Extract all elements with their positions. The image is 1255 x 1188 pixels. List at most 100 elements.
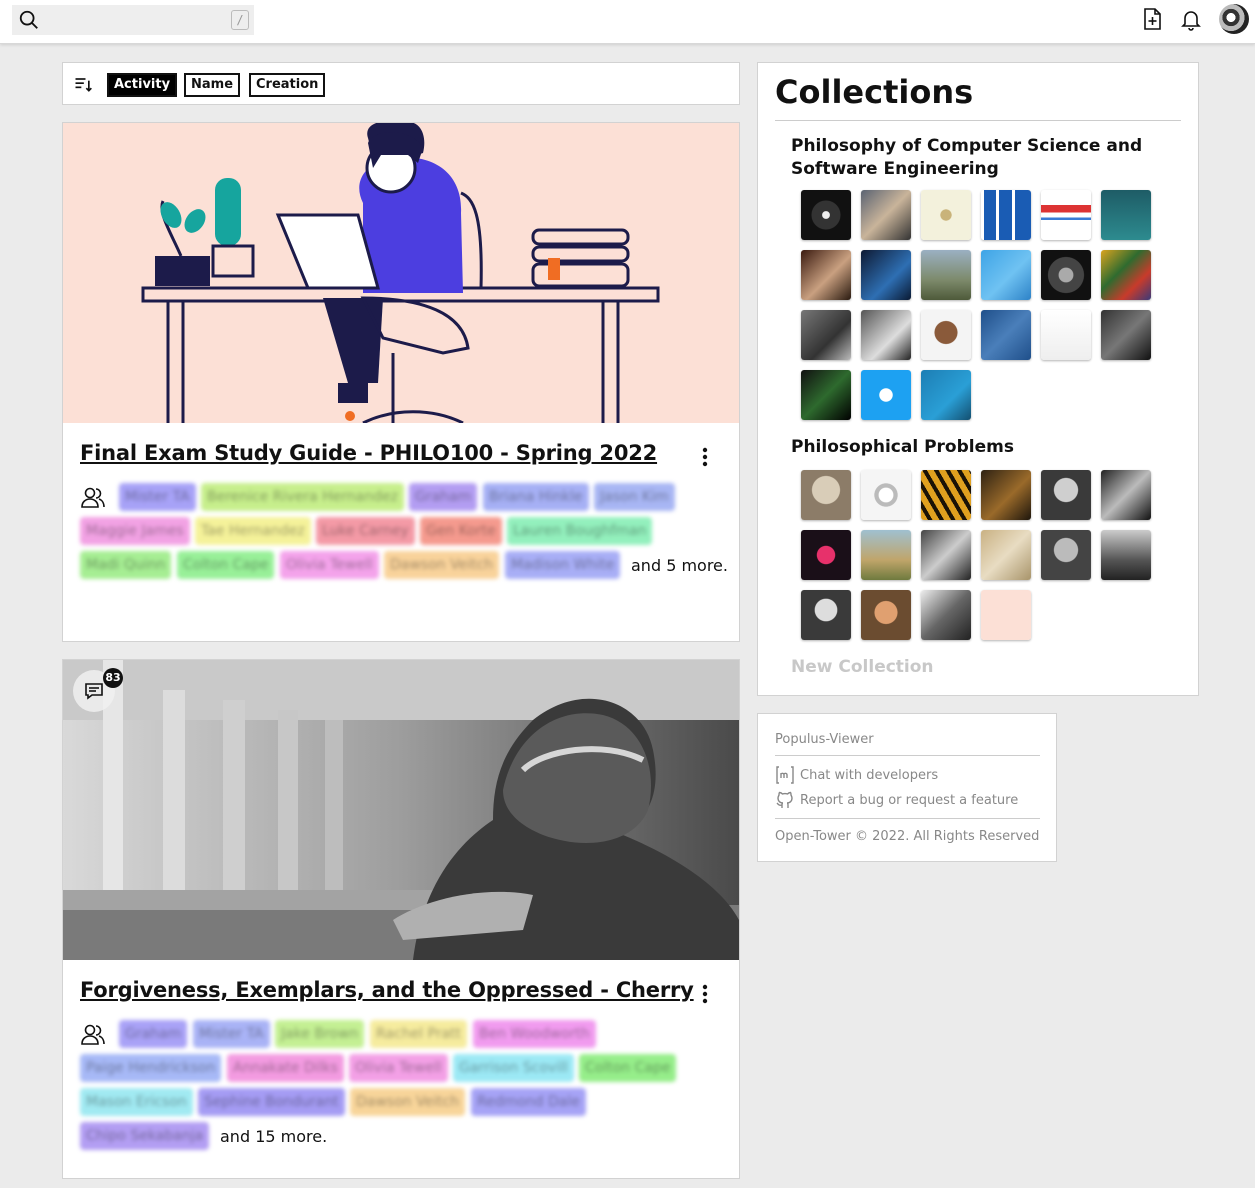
divider: [775, 818, 1040, 819]
collection-thumbnail[interactable]: [801, 370, 851, 420]
collection-thumbnail[interactable]: [861, 590, 911, 640]
member-tag: Redmond Dale: [471, 1088, 586, 1116]
matrix-icon: [776, 766, 794, 784]
divider: [775, 755, 1040, 756]
collection-thumbnail[interactable]: [921, 250, 971, 300]
comment-count-badge[interactable]: 83: [73, 668, 123, 712]
new-collection-button[interactable]: New Collection: [791, 657, 934, 677]
member-tag: Ben Woodworth: [473, 1020, 596, 1048]
collection-thumbnail[interactable]: [861, 370, 911, 420]
member-tag: Briana Hinkle: [483, 483, 589, 511]
comment-icon: [85, 683, 103, 700]
collection-thumbnail[interactable]: [1041, 310, 1091, 360]
collection-thumbnail[interactable]: [1041, 250, 1091, 300]
collection-name[interactable]: Philosophy of Computer Science and Softw…: [791, 135, 1171, 181]
collections-title: Collections: [775, 73, 974, 111]
member-tag: Paige Hendrickson: [80, 1054, 222, 1082]
member-tag: Maggie James: [80, 517, 190, 545]
member-tag: Gen Korte: [420, 517, 502, 545]
member-tag: Graham: [119, 1020, 188, 1048]
member-tag: Luke Carney: [316, 517, 415, 545]
collection-thumbnail[interactable]: [981, 310, 1031, 360]
kebab-menu-icon[interactable]: [695, 982, 715, 1006]
collection-thumbnail[interactable]: [801, 310, 851, 360]
member-tag: Mister TA: [119, 483, 196, 511]
sort-activity-button[interactable]: Activity: [107, 73, 178, 97]
collection-thumbnail[interactable]: [921, 470, 971, 520]
member-tag: Olivia Tewell: [280, 551, 379, 579]
sort-icon[interactable]: [73, 74, 93, 94]
member-tag: Sephine Bondurant: [198, 1088, 345, 1116]
collection-thumbnail[interactable]: [921, 190, 971, 240]
collection-thumbnail[interactable]: [861, 250, 911, 300]
collection-name[interactable]: Philosophical Problems: [791, 436, 1171, 459]
collection-thumbnail[interactable]: [801, 470, 851, 520]
footer-panel: Populus-Viewer Chat with developers Repo…: [757, 713, 1057, 862]
document-card[interactable]: 83 Forgiveness, Exemplars, and the Oppre…: [62, 659, 740, 1179]
collection-thumbnail[interactable]: [1041, 530, 1091, 580]
collection-thumbnail[interactable]: [861, 310, 911, 360]
member-tag: Lauren Boughfman: [507, 517, 653, 545]
collection-thumbnail[interactable]: [981, 470, 1031, 520]
collection-thumbnail[interactable]: [1101, 250, 1151, 300]
collection-thumbnail[interactable]: [801, 530, 851, 580]
collection-thumbnail[interactable]: [981, 190, 1031, 240]
member-tag: Graham: [409, 483, 478, 511]
top-bar: /: [0, 0, 1255, 44]
new-document-icon[interactable]: [1140, 7, 1164, 31]
collection-thumbnail[interactable]: [801, 590, 851, 640]
collection-thumbnail[interactable]: [1101, 310, 1151, 360]
collection-thumbnail[interactable]: [921, 530, 971, 580]
collection-thumbnail[interactable]: [1101, 530, 1151, 580]
copyright-text: Open-Tower © 2022. All Rights Reserved: [775, 829, 1040, 844]
user-avatar[interactable]: [1219, 4, 1249, 34]
bell-icon[interactable]: [1179, 7, 1203, 31]
member-tag: Rachel Pratt: [370, 1020, 468, 1048]
chat-with-developers-link[interactable]: Chat with developers: [800, 768, 938, 783]
collections-panel: Collections Philosophy of Computer Scien…: [757, 62, 1199, 696]
collection-thumbnail[interactable]: [801, 190, 851, 240]
member-tag: Mister TA: [193, 1020, 270, 1048]
kebab-menu-icon[interactable]: [695, 445, 715, 469]
card-title-link[interactable]: Forgiveness, Exemplars, and the Oppresse…: [80, 978, 694, 1002]
card-cover-image: [63, 123, 739, 423]
card-cover-image: [63, 660, 739, 960]
collection-thumbnail[interactable]: [1041, 190, 1091, 240]
collection-thumbnail[interactable]: [981, 250, 1031, 300]
comment-count: 83: [103, 668, 123, 688]
more-members-text: and 15 more.: [220, 1127, 328, 1146]
member-tag: Colton Cape: [177, 551, 275, 579]
member-tag: Annakate Dilks: [227, 1054, 344, 1082]
collection-thumbnail[interactable]: [921, 370, 971, 420]
member-tag: Chipo Sekabanja: [80, 1122, 210, 1150]
collection-thumbnail[interactable]: [1041, 470, 1091, 520]
collection-thumbnail[interactable]: [861, 530, 911, 580]
sort-creation-button[interactable]: Creation: [249, 73, 326, 97]
member-tag: Jason Kim: [594, 483, 675, 511]
report-bug-link[interactable]: Report a bug or request a feature: [800, 793, 1018, 808]
collection-thumbnail[interactable]: [921, 310, 971, 360]
document-card[interactable]: Final Exam Study Guide - PHILO100 - Spri…: [62, 122, 740, 642]
github-icon: [776, 791, 793, 808]
collection-thumbnail[interactable]: [1101, 470, 1151, 520]
search-input[interactable]: [46, 8, 226, 32]
member-tag: Tae Hernandez: [195, 517, 311, 545]
collection-thumbnail[interactable]: [921, 590, 971, 640]
search-bar[interactable]: /: [12, 5, 254, 35]
divider: [775, 120, 1181, 121]
collection-thumbnail[interactable]: [861, 190, 911, 240]
collection-thumbnail[interactable]: [801, 250, 851, 300]
member-tag: Olivia Tewell: [349, 1054, 448, 1082]
member-tag: Garrison Scovill: [453, 1054, 574, 1082]
collection-thumbnail[interactable]: [981, 530, 1031, 580]
member-tag: Dawson Veitch: [350, 1088, 466, 1116]
member-tag: Mason Ericson: [80, 1088, 193, 1116]
member-tag: Colton Cape: [579, 1054, 677, 1082]
sort-name-button[interactable]: Name: [184, 73, 241, 97]
collection-thumbnail[interactable]: [861, 470, 911, 520]
member-tag: Jake Brown: [275, 1020, 365, 1048]
collection-thumbnail[interactable]: [981, 590, 1031, 640]
search-icon: [19, 10, 38, 29]
collection-thumbnail[interactable]: [1101, 190, 1151, 240]
card-title-link[interactable]: Final Exam Study Guide - PHILO100 - Spri…: [80, 441, 657, 465]
